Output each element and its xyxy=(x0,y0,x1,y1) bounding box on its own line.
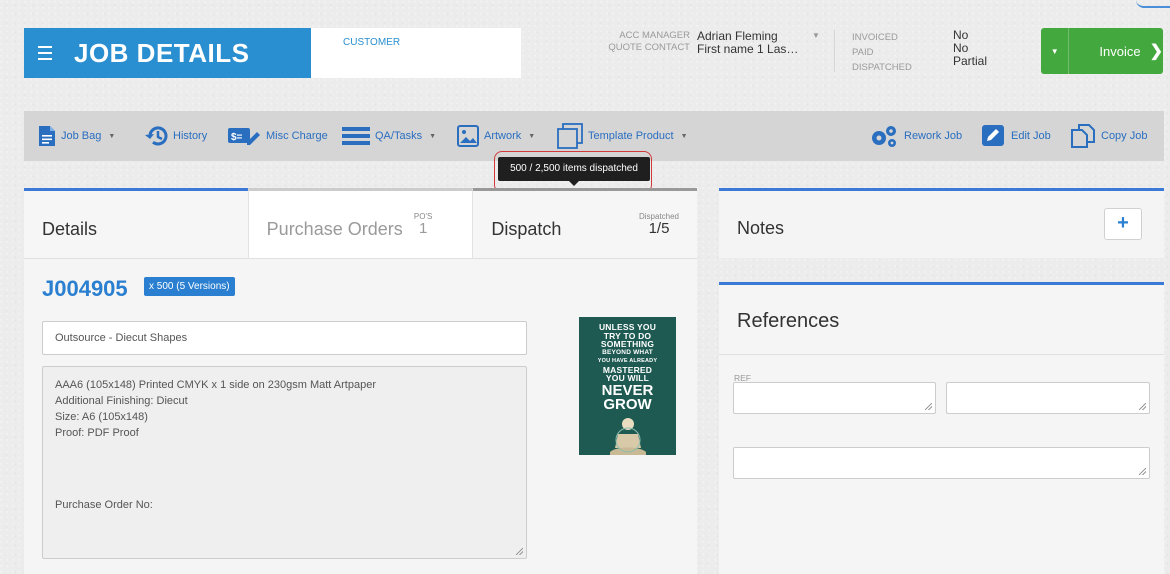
tab-dispatch[interactable]: Dispatch Dispatched 1/5 xyxy=(473,188,698,258)
template-product-label: Template Product xyxy=(588,130,674,142)
chevron-down-icon: ▼ xyxy=(680,132,688,140)
chevron-right-icon: ❯ xyxy=(1149,43,1163,60)
ref-input-3[interactable] xyxy=(733,447,1150,479)
history-label: History xyxy=(173,130,208,142)
gears-icon xyxy=(872,126,896,147)
misc-charge-label: Misc Charge xyxy=(266,130,328,142)
quote-contact-label: QUOTE CONTACT xyxy=(608,42,690,53)
purchase-order-line: Purchase Order No: xyxy=(55,499,153,511)
poster-big-text: NEVER GROW xyxy=(601,381,654,413)
qa-tasks-label: QA/Tasks xyxy=(375,130,423,142)
pos-badge: PO'S 1 xyxy=(414,211,432,237)
edit-job-label: Edit Job xyxy=(1011,130,1051,142)
resize-handle-icon[interactable] xyxy=(1139,403,1146,410)
corner-accent xyxy=(1136,0,1170,8)
description-line: Additional Finishing: Diecut xyxy=(55,395,188,407)
dispatched-value: Partial xyxy=(953,54,988,68)
job-bag-label: Job Bag xyxy=(61,130,102,142)
document-icon xyxy=(39,126,55,146)
invoice-button-label: Invoice xyxy=(1099,43,1141,59)
pos-count: 1 xyxy=(418,220,428,237)
money-edit-icon: $= xyxy=(228,128,260,145)
edit-icon xyxy=(982,125,1004,146)
paid-label: PAID xyxy=(852,47,874,58)
poster-text: UNLESS YOU TRY TO DO SOMETHING BEYOND WH… xyxy=(597,322,658,383)
rework-job-button[interactable]: Rework Job xyxy=(869,111,962,161)
chevron-down-icon[interactable]: ▼ xyxy=(1041,28,1070,74)
copy-job-button[interactable]: Copy Job xyxy=(1070,111,1147,161)
copy-job-label: Copy Job xyxy=(1101,130,1148,142)
chevron-down-icon: ▼ xyxy=(429,132,437,140)
customer-link[interactable]: CUSTOMER xyxy=(311,28,400,78)
references-title: References xyxy=(737,310,840,332)
history-icon xyxy=(145,126,168,146)
highlight-ring xyxy=(494,151,652,193)
tab-purchase-orders[interactable]: Purchase Orders PO'S 1 xyxy=(247,188,474,258)
ref-input-1[interactable] xyxy=(733,382,936,414)
job-header: JOB DETAILS CUSTOMER xyxy=(24,28,521,78)
invoice-button[interactable]: ▼ Invoice ❯ xyxy=(1041,28,1163,74)
ref-input-2[interactable] xyxy=(946,382,1150,414)
resize-handle-icon[interactable] xyxy=(1139,468,1146,475)
tasks-icon xyxy=(342,127,370,145)
dispatched-label: DISPATCHED xyxy=(852,62,912,73)
job-id: J004905 xyxy=(42,276,128,301)
history-button[interactable]: History xyxy=(144,111,207,161)
chevron-down-icon: ▼ xyxy=(108,132,116,140)
quote-contact-value[interactable]: First name 1 Las… xyxy=(697,43,798,56)
quantity-badge: x 500 (5 Versions) xyxy=(144,277,235,296)
resize-handle-icon[interactable] xyxy=(516,548,523,555)
description-line: Size: A6 (105x148) xyxy=(55,411,148,423)
svg-text:$=: $= xyxy=(231,132,243,143)
job-tabs: Details Purchase Orders PO'S 1 Dispatch … xyxy=(24,188,698,258)
dispatched-count: 1/5 xyxy=(648,220,670,237)
notes-panel: Notes + xyxy=(719,188,1164,258)
tab-details-label: Details xyxy=(42,219,98,239)
details-body: J004905 x 500 (5 Versions) Outsource - D… xyxy=(24,258,697,574)
tab-details[interactable]: Details xyxy=(24,188,248,258)
status-values: No No Partial xyxy=(953,29,987,68)
tab-purchase-orders-label: Purchase Orders xyxy=(266,219,403,239)
image-icon xyxy=(457,125,479,147)
acc-manager-label: ACC MANAGER xyxy=(619,30,690,41)
contact-values[interactable]: Adrian Fleming First name 1 Las… xyxy=(697,30,798,56)
references-panel: References REF xyxy=(719,282,1164,574)
status-labels: INVOICED PAID DISPATCHED xyxy=(852,30,912,75)
copy-icon xyxy=(1071,124,1095,148)
template-icon xyxy=(557,123,583,149)
hamburger-menu-icon[interactable] xyxy=(24,46,66,60)
description-textarea[interactable]: AAA6 (105x148) Printed CMYK x 1 side on … xyxy=(42,366,527,559)
dispatched-badge: Dispatched 1/5 xyxy=(639,211,679,237)
chevron-down-icon[interactable]: ▼ xyxy=(812,31,820,40)
resize-handle-icon[interactable] xyxy=(925,403,932,410)
description-line: Proof: PDF Proof xyxy=(55,427,139,439)
artwork-label: Artwork xyxy=(484,130,522,142)
meditating-figure-icon xyxy=(609,417,646,455)
page-title: JOB DETAILS xyxy=(74,37,250,68)
description-line: AAA6 (105x148) Printed CMYK x 1 side on … xyxy=(55,379,376,391)
product-field[interactable]: Outsource - Diecut Shapes xyxy=(42,321,527,355)
edit-job-button[interactable]: Edit Job xyxy=(982,111,1051,161)
misc-charge-button[interactable]: $= Misc Charge xyxy=(227,111,328,161)
rework-job-label: Rework Job xyxy=(904,130,963,142)
references-header: References xyxy=(719,285,1164,355)
notes-title: Notes xyxy=(737,218,785,238)
chevron-down-icon: ▼ xyxy=(528,132,536,140)
artwork-thumbnail[interactable]: UNLESS YOU TRY TO DO SOMETHING BEYOND WH… xyxy=(579,317,676,455)
add-note-button[interactable]: + xyxy=(1104,208,1142,240)
tab-dispatch-label: Dispatch xyxy=(491,219,562,239)
title-block: JOB DETAILS xyxy=(24,28,311,78)
invoiced-label: INVOICED xyxy=(852,32,898,43)
contact-labels: ACC MANAGER QUOTE CONTACT xyxy=(580,30,690,54)
divider xyxy=(834,30,835,72)
job-bag-menu[interactable]: Job Bag ▼ xyxy=(38,111,115,161)
qa-tasks-menu[interactable]: QA/Tasks ▼ xyxy=(342,111,436,161)
